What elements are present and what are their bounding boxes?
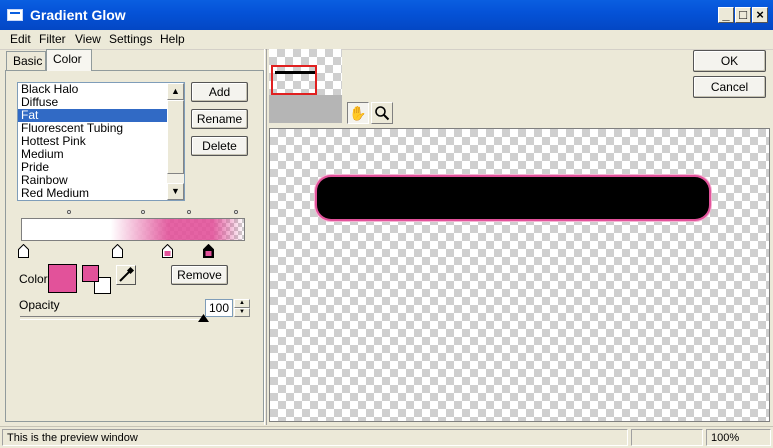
minimize-button[interactable]: _ (718, 7, 734, 23)
preview-canvas[interactable] (269, 128, 770, 422)
menu-settings[interactable]: Settings (109, 32, 152, 46)
list-item[interactable]: Red Medium (18, 187, 184, 200)
scroll-down-icon[interactable]: ▼ (167, 183, 184, 200)
tab-basic[interactable]: Basic (6, 51, 46, 70)
window-title: Gradient Glow (30, 7, 126, 23)
midpoint-marker[interactable] (187, 210, 191, 214)
menu-view[interactable]: View (75, 32, 101, 46)
color-stop-selected[interactable] (203, 244, 214, 258)
panel-divider[interactable] (264, 49, 267, 425)
scroll-thumb[interactable] (167, 100, 184, 174)
opacity-input[interactable]: 100 (205, 299, 233, 317)
spin-down-icon[interactable]: ▼ (234, 308, 250, 317)
cancel-button[interactable]: Cancel (693, 76, 766, 98)
tab-color[interactable]: Color (46, 49, 92, 71)
list-scrollbar[interactable]: ▲ ▼ (167, 83, 184, 200)
midpoint-marker[interactable] (234, 210, 238, 214)
title-bar: Gradient Glow _ □ × (0, 0, 773, 30)
navigator-background (269, 95, 342, 123)
opacity-slider-track[interactable] (20, 316, 203, 320)
list-item[interactable]: Diffuse (18, 96, 184, 109)
midpoint-marker[interactable] (67, 210, 71, 214)
color-stop[interactable] (18, 244, 29, 258)
remove-button[interactable]: Remove (171, 265, 228, 285)
viewport-frame[interactable] (271, 65, 317, 95)
spin-up-icon[interactable]: ▲ (234, 299, 250, 308)
add-button[interactable]: Add (191, 82, 248, 102)
menu-help[interactable]: Help (160, 32, 185, 46)
status-panel-empty (631, 429, 703, 446)
menu-filter[interactable]: Filter (39, 32, 66, 46)
ok-button[interactable]: OK (693, 50, 766, 72)
color-stop[interactable] (112, 244, 123, 258)
preset-list[interactable]: Black Halo Diffuse Fat Fluorescent Tubin… (17, 82, 185, 201)
close-button[interactable]: × (752, 7, 768, 23)
rename-button[interactable]: Rename (191, 109, 248, 129)
maximize-button[interactable]: □ (735, 7, 751, 23)
foreground-color-swatch[interactable] (82, 265, 99, 282)
menu-bar: Edit Filter View Settings Help (0, 30, 773, 50)
hand-pan-icon[interactable]: ✋ (347, 102, 369, 124)
app-icon (7, 9, 23, 21)
color-swatch[interactable] (48, 264, 77, 293)
opacity-spinner[interactable]: ▲ ▼ (234, 299, 250, 317)
magnifier-icon[interactable] (371, 102, 393, 124)
midpoint-marker[interactable] (141, 210, 145, 214)
glow-preview-shape (317, 177, 709, 219)
zoom-level: 100% (706, 429, 771, 446)
gradient-bar[interactable] (21, 218, 245, 241)
status-message: This is the preview window (2, 429, 628, 446)
delete-button[interactable]: Delete (191, 136, 248, 156)
opacity-label: Opacity (19, 298, 60, 312)
color-stop[interactable] (162, 244, 173, 258)
color-label: Color (19, 272, 48, 286)
eyedropper-icon[interactable] (116, 265, 136, 285)
menu-edit[interactable]: Edit (10, 32, 31, 46)
scroll-up-icon[interactable]: ▲ (167, 83, 184, 100)
